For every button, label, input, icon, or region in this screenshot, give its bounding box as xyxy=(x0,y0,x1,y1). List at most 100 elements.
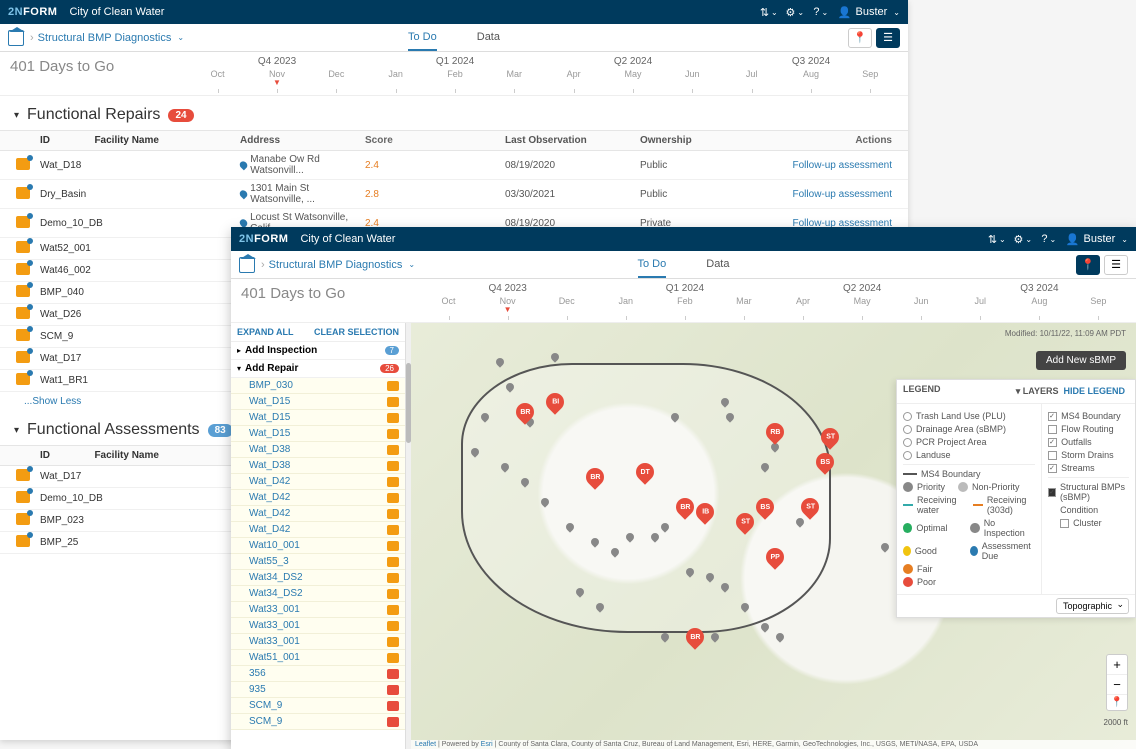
assessments-count-badge: 83 xyxy=(208,424,233,437)
user-menu[interactable]: 👤 Buster ⌄ xyxy=(838,6,900,19)
checkbox[interactable] xyxy=(1048,464,1057,473)
leg-fair: Fair xyxy=(917,564,933,574)
scale-bar: 2000 ft xyxy=(1104,718,1128,727)
radio[interactable] xyxy=(903,412,912,421)
table-row[interactable]: Dry_Basin 1301 Main St Watsonville, ... … xyxy=(0,180,908,209)
sidepanel-repair-item[interactable]: Wat_D42 xyxy=(231,490,405,506)
home-icon[interactable] xyxy=(8,30,24,46)
table-row[interactable]: Wat_D18 Manabe Ow Rd Watsonvill... 2.4 0… xyxy=(0,151,908,180)
checkbox[interactable] xyxy=(1048,425,1057,434)
timeline: 401 Days to Go Q4 2023Q1 2024Q2 2024Q3 2… xyxy=(0,52,908,96)
logo[interactable]: 2NFORM xyxy=(8,6,57,18)
sidepanel-repair-item[interactable]: BMP_030 xyxy=(231,378,405,394)
breadcrumb[interactable]: Structural BMP Diagnostics ⌄ xyxy=(269,259,415,271)
list-toggle-button[interactable]: ☰ xyxy=(1104,255,1128,275)
hide-legend-link[interactable]: HIDE LEGEND xyxy=(1063,386,1125,397)
tab-data[interactable]: Data xyxy=(706,252,729,278)
sidepanel-repair-item[interactable]: Wat51_001 xyxy=(231,650,405,666)
sidepanel-repair-item[interactable]: Wat_D42 xyxy=(231,522,405,538)
item-status-icon xyxy=(387,589,399,599)
checkbox-cluster[interactable] xyxy=(1060,519,1069,528)
gear-icon[interactable]: ⚙⌄ xyxy=(1014,230,1032,248)
sidepanel-repair-item[interactable]: Wat_D38 xyxy=(231,458,405,474)
help-icon[interactable]: ?⌄ xyxy=(1040,230,1058,248)
sidepanel-repair-item[interactable]: Wat_D15 xyxy=(231,394,405,410)
followup-link[interactable]: Follow-up assessment xyxy=(793,160,892,171)
bmp-icon xyxy=(16,263,30,275)
logo[interactable]: 2NFORM xyxy=(239,233,288,245)
item-status-icon xyxy=(387,413,399,423)
checkbox-sbmp[interactable] xyxy=(1048,488,1056,497)
user-name: Buster xyxy=(856,6,888,18)
user-menu[interactable]: 👤 Buster ⌄ xyxy=(1066,233,1128,246)
sidepanel-repair-item[interactable]: 356 xyxy=(231,666,405,682)
sidepanel-repair-item[interactable]: Wat34_DS2 xyxy=(231,586,405,602)
col-fac: Facility Name xyxy=(94,135,158,146)
layers-caret-icon[interactable]: ▾ LAYERS xyxy=(1016,386,1059,397)
sidepanel-repair-item[interactable]: Wat55_3 xyxy=(231,554,405,570)
sidepanel-repair-item[interactable]: Wat_D42 xyxy=(231,506,405,522)
radio[interactable] xyxy=(903,451,912,460)
breadcrumb[interactable]: Structural BMP Diagnostics ⌄ xyxy=(38,32,184,44)
list-toggle-button[interactable]: ☰ xyxy=(876,28,900,48)
bmp-icon xyxy=(16,373,30,385)
help-icon[interactable]: ?⌄ xyxy=(812,3,830,21)
expand-all-link[interactable]: EXPAND ALL xyxy=(237,327,294,337)
checkbox[interactable] xyxy=(1048,412,1057,421)
esri-link[interactable]: Esri xyxy=(481,741,493,748)
map-toggle-button[interactable]: 📍 xyxy=(848,28,872,48)
sort-icon[interactable]: ⇅⌄ xyxy=(760,3,778,21)
checkbox[interactable] xyxy=(1048,438,1057,447)
sidepanel-repair-item[interactable]: Wat33_001 xyxy=(231,634,405,650)
sidepanel-repair-item[interactable]: 935 xyxy=(231,682,405,698)
add-new-sbmp-button[interactable]: Add New sBMP xyxy=(1036,351,1126,370)
basemap-select[interactable]: Topographic xyxy=(1056,598,1129,614)
sidepanel-repair-item[interactable]: Wat_D15 xyxy=(231,410,405,426)
radio[interactable] xyxy=(903,425,912,434)
map-toggle-button[interactable]: 📍 xyxy=(1076,255,1100,275)
sidepanel-repair-item[interactable]: SCM_9 xyxy=(231,698,405,714)
tab-todo[interactable]: To Do xyxy=(408,25,437,51)
sidepanel-repair-item[interactable]: SCM_9 xyxy=(231,714,405,730)
sidepanel-add-repair[interactable]: ▾ Add Repair 26 xyxy=(231,360,405,378)
zoom-out-button[interactable]: − xyxy=(1107,675,1127,695)
col-addr: Address xyxy=(240,135,365,146)
locate-button[interactable]: 📍 xyxy=(1107,695,1127,710)
bmp-icon xyxy=(16,241,30,253)
leg-poor: Poor xyxy=(917,577,936,587)
leg-prio: Priority xyxy=(917,482,945,492)
sidepanel-repair-item[interactable]: Wat33_001 xyxy=(231,602,405,618)
section-repairs-header[interactable]: ▾ Functional Repairs 24 xyxy=(0,96,908,130)
bmp-icon xyxy=(16,285,30,297)
zoom-control: + − 📍 xyxy=(1106,654,1128,711)
bmp-icon xyxy=(16,216,30,228)
add-repair-count: 26 xyxy=(380,364,399,373)
subbar: › Structural BMP Diagnostics ⌄ To Do Dat… xyxy=(231,251,1136,279)
sidepanel-repair-item[interactable]: Wat34_DS2 xyxy=(231,570,405,586)
col-act: Actions xyxy=(780,135,892,146)
gear-icon[interactable]: ⚙⌄ xyxy=(786,3,804,21)
zoom-in-button[interactable]: + xyxy=(1107,655,1127,675)
repairs-table-header: ID Facility Name Address Score Last Obse… xyxy=(0,130,908,151)
tab-data[interactable]: Data xyxy=(477,25,500,51)
item-status-icon xyxy=(387,381,399,391)
sidepanel-repair-item[interactable]: Wat33_001 xyxy=(231,618,405,634)
followup-link[interactable]: Follow-up assessment xyxy=(793,189,892,200)
leg-sbmp: Structural BMPs (sBMP) xyxy=(1060,482,1129,502)
app-title: City of Clean Water xyxy=(69,6,759,18)
radio[interactable] xyxy=(903,438,912,447)
sort-icon[interactable]: ⇅⌄ xyxy=(988,230,1006,248)
app-title: City of Clean Water xyxy=(300,233,987,245)
checkbox[interactable] xyxy=(1048,451,1057,460)
map[interactable]: BIBRRBSTBSDTBRBRIBBSSTSTPPBR Modified: 1… xyxy=(411,323,1136,749)
leaflet-link[interactable]: Leaflet xyxy=(415,741,436,748)
sidepanel-repair-item[interactable]: Wat_D15 xyxy=(231,426,405,442)
tab-todo[interactable]: To Do xyxy=(638,252,667,278)
clear-selection-link[interactable]: CLEAR SELECTION xyxy=(314,327,399,337)
sidepanel-add-inspection[interactable]: ▸ Add Inspection 7 xyxy=(231,342,405,360)
pin-icon xyxy=(238,160,249,171)
sidepanel-repair-item[interactable]: Wat_D42 xyxy=(231,474,405,490)
home-icon[interactable] xyxy=(239,257,255,273)
sidepanel-repair-item[interactable]: Wat_D38 xyxy=(231,442,405,458)
sidepanel-repair-item[interactable]: Wat10_001 xyxy=(231,538,405,554)
